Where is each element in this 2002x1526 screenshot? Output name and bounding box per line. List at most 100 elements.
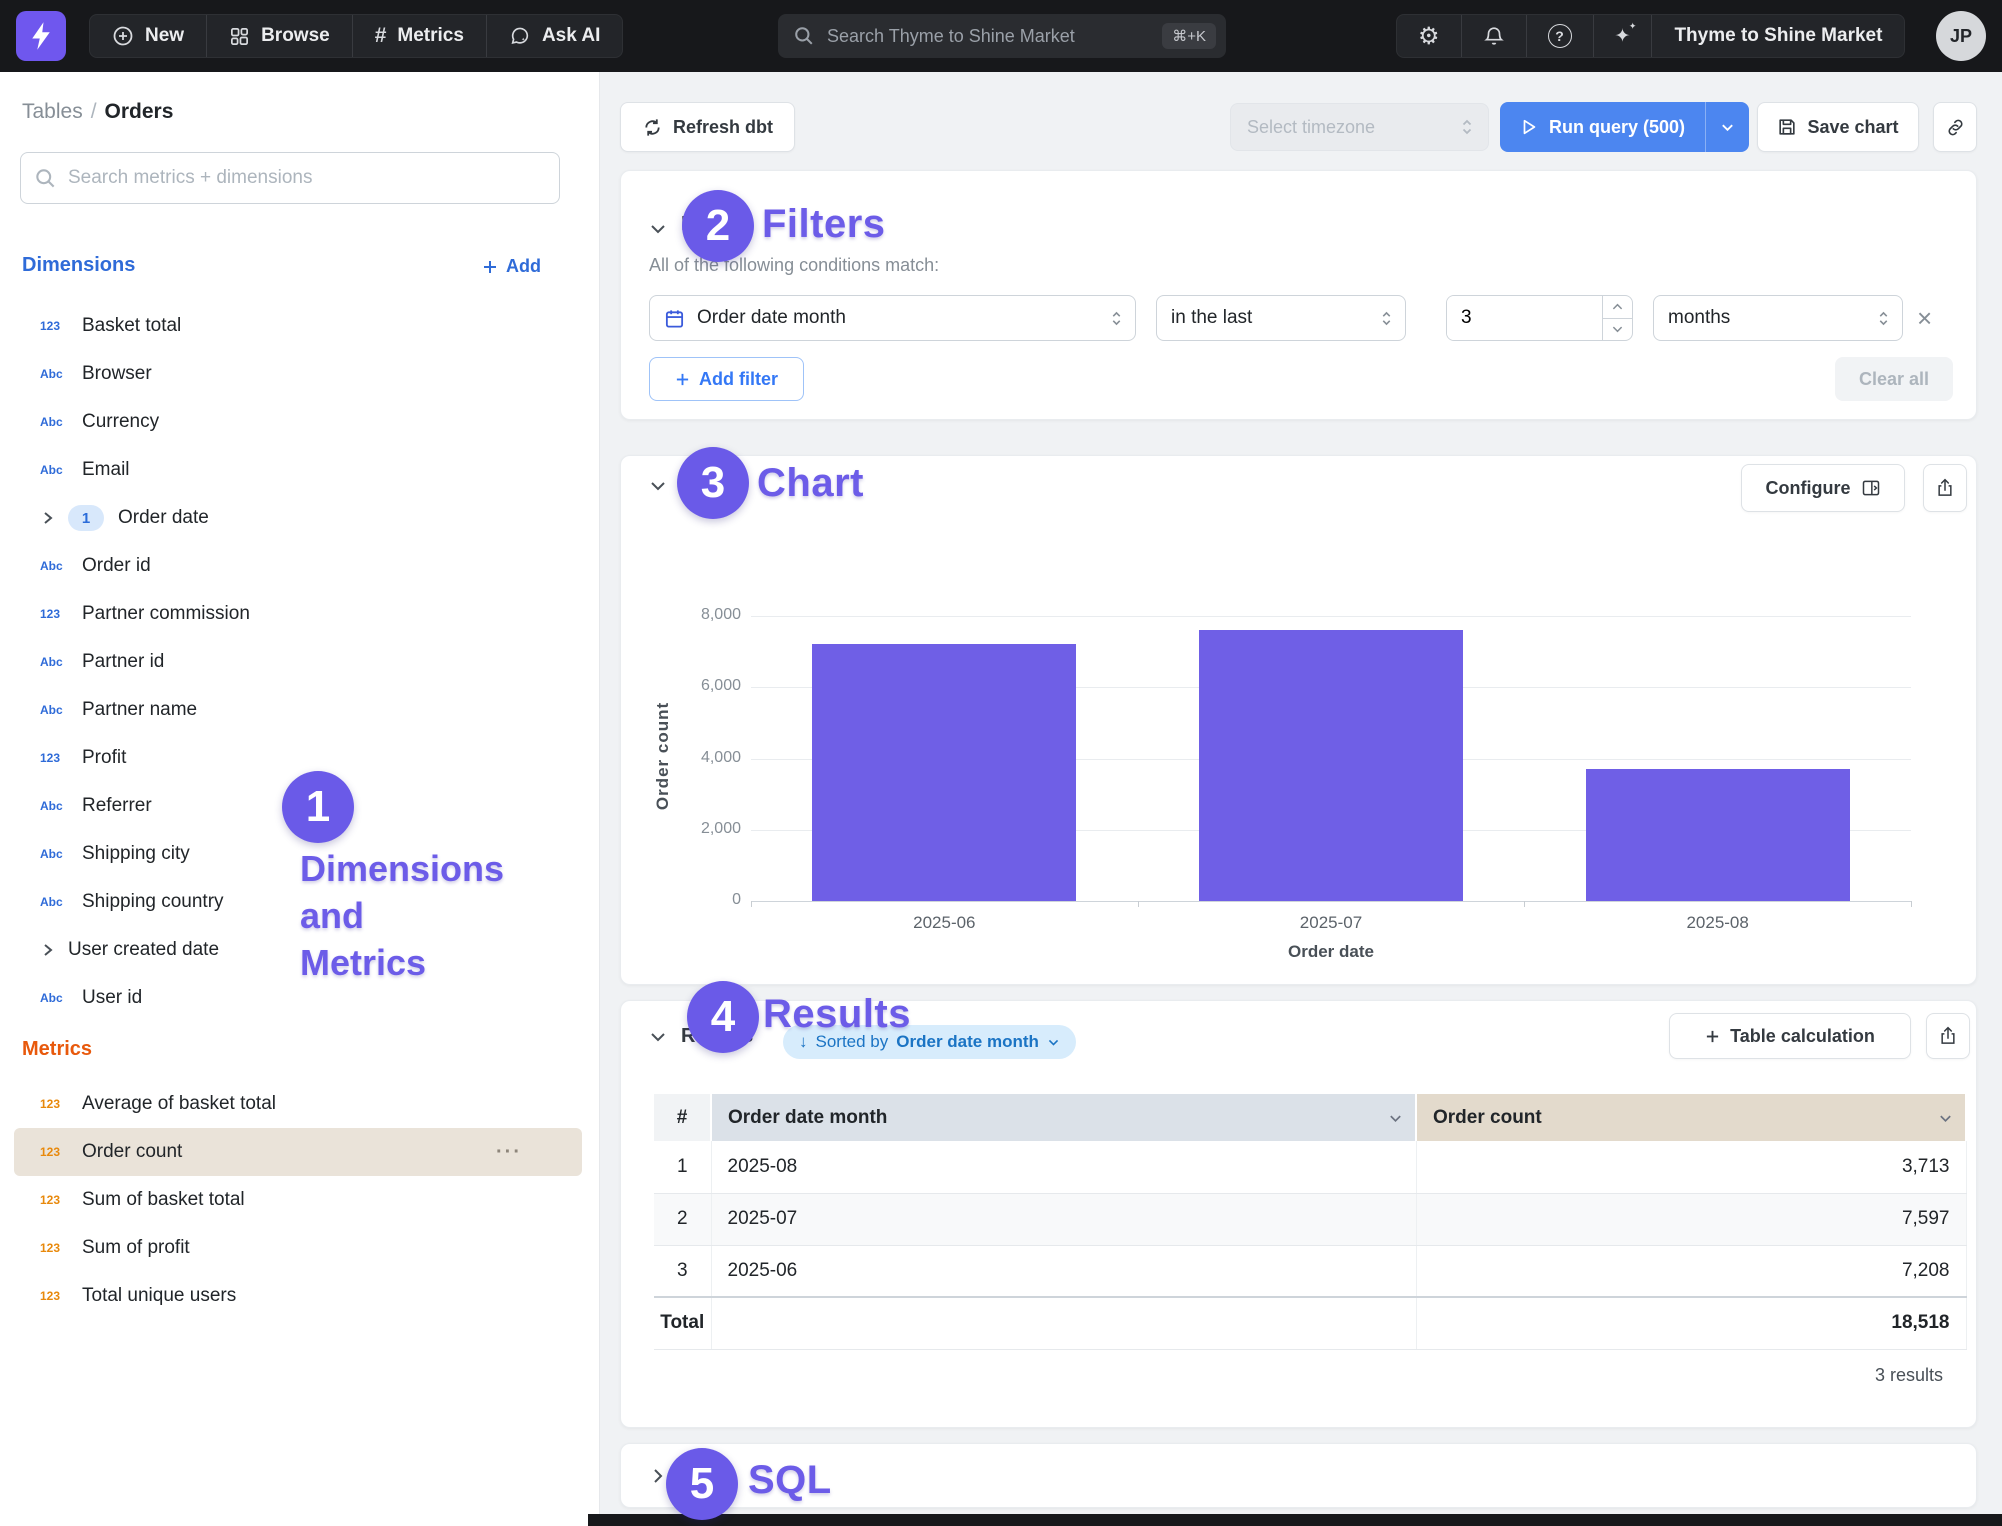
refresh-dbt-button[interactable]: Refresh dbt bbox=[620, 102, 795, 152]
dimension-column-header[interactable]: Order date month bbox=[711, 1094, 1416, 1141]
field-label: Currency bbox=[82, 411, 159, 433]
add-dimension-button[interactable]: Add bbox=[482, 256, 541, 277]
row-number-cell: 3 bbox=[654, 1245, 711, 1297]
user-avatar[interactable]: JP bbox=[1936, 11, 1986, 61]
field-menu-icon[interactable]: ··· bbox=[496, 1141, 522, 1164]
plus-circle-icon bbox=[112, 25, 134, 47]
add-filter-button[interactable]: Add filter bbox=[649, 357, 804, 401]
sidebar-item-currency[interactable]: AbcCurrency bbox=[0, 398, 600, 446]
table-row[interactable]: 22025-077,597 bbox=[654, 1193, 1966, 1245]
global-search[interactable]: ⌘+K bbox=[778, 14, 1226, 58]
remove-filter-button[interactable]: × bbox=[1917, 305, 1932, 331]
metric-column-header[interactable]: Order count bbox=[1416, 1094, 1966, 1141]
annotation-circle-1: 1 bbox=[282, 771, 354, 843]
sidebar-item-sum-of-profit[interactable]: 123Sum of profit bbox=[0, 1224, 600, 1272]
sidebar-item-sum-of-basket-total[interactable]: 123Sum of basket total bbox=[0, 1176, 600, 1224]
dimensions-header: Dimensions bbox=[22, 254, 135, 277]
dimension-cell[interactable]: 2025-06 bbox=[711, 1245, 1416, 1297]
run-query-button[interactable]: Run query (500) bbox=[1500, 102, 1749, 152]
metric-cell[interactable]: 3,713 bbox=[1416, 1141, 1966, 1193]
sidebar-item-order-count[interactable]: 123Order count··· bbox=[14, 1128, 582, 1176]
sidebar-item-order-id[interactable]: AbcOrder id bbox=[0, 542, 600, 590]
filter-value-field[interactable] bbox=[1447, 296, 1602, 340]
bar-2025-08[interactable] bbox=[1586, 769, 1850, 901]
number-field-icon: 123 bbox=[40, 751, 70, 765]
field-label: Profit bbox=[82, 747, 126, 769]
browse-button[interactable]: Browse bbox=[207, 15, 353, 57]
timezone-select[interactable]: Select timezone bbox=[1230, 103, 1489, 151]
export-results-button[interactable] bbox=[1926, 1013, 1970, 1059]
chevron-updown-icon bbox=[1380, 310, 1393, 327]
link-icon bbox=[1945, 117, 1966, 138]
table-calculation-button[interactable]: Table calculation bbox=[1669, 1013, 1911, 1059]
stepper-down-button[interactable] bbox=[1603, 319, 1632, 341]
notifications-button[interactable] bbox=[1462, 15, 1527, 57]
breadcrumb-tables-link[interactable]: Tables bbox=[22, 100, 83, 123]
number-field-icon: 123 bbox=[40, 1241, 70, 1255]
new-button[interactable]: New bbox=[90, 15, 207, 57]
stepper-up-button[interactable] bbox=[1603, 296, 1632, 319]
filter-field-select[interactable]: Order date month bbox=[649, 295, 1136, 341]
dimension-cell[interactable]: 2025-08 bbox=[711, 1141, 1416, 1193]
org-switcher[interactable]: Thyme to Shine Market bbox=[1652, 15, 1904, 57]
sidebar-item-average-of-basket-total[interactable]: 123Average of basket total bbox=[0, 1080, 600, 1128]
fields-search[interactable] bbox=[20, 152, 560, 204]
fields-search-input[interactable] bbox=[68, 167, 545, 189]
clear-all-button[interactable]: Clear all bbox=[1835, 357, 1953, 401]
refresh-icon bbox=[642, 117, 663, 138]
metrics-button[interactable]: # Metrics bbox=[353, 15, 487, 57]
text-field-icon: Abc bbox=[40, 703, 70, 717]
bar-2025-07[interactable] bbox=[1199, 630, 1463, 901]
sidebar-item-partner-name[interactable]: AbcPartner name bbox=[0, 686, 600, 734]
chevron-updown-icon bbox=[1460, 118, 1474, 136]
filter-operator-select[interactable]: in the last bbox=[1156, 295, 1406, 341]
x-tick-label: 2025-07 bbox=[1231, 913, 1431, 933]
global-search-input[interactable] bbox=[827, 26, 1149, 47]
expand-sql-chevron[interactable] bbox=[648, 1466, 668, 1486]
chevron-down-icon[interactable] bbox=[1388, 1110, 1403, 1132]
field-label: Average of basket total bbox=[82, 1093, 276, 1115]
number-field-icon: 123 bbox=[40, 607, 70, 621]
number-stepper bbox=[1602, 296, 1632, 340]
filter-value-input bbox=[1446, 295, 1633, 341]
settings-button[interactable]: ⚙ bbox=[1397, 15, 1462, 57]
sidebar-item-order-date[interactable]: 1Order date bbox=[0, 494, 600, 542]
sidebar-item-total-unique-users[interactable]: 123Total unique users bbox=[0, 1272, 600, 1320]
sidebar-item-email[interactable]: AbcEmail bbox=[0, 446, 600, 494]
help-button[interactable]: ? bbox=[1527, 15, 1594, 57]
save-chart-button[interactable]: Save chart bbox=[1757, 102, 1919, 152]
metric-cell[interactable]: 7,208 bbox=[1416, 1245, 1966, 1297]
table-row[interactable]: 12025-083,713 bbox=[654, 1141, 1966, 1193]
chevron-down-icon[interactable] bbox=[1938, 1110, 1953, 1132]
metric-cell[interactable]: 7,597 bbox=[1416, 1193, 1966, 1245]
share-icon bbox=[1938, 1026, 1958, 1046]
share-link-button[interactable] bbox=[1933, 102, 1977, 152]
number-field-icon: 123 bbox=[40, 319, 70, 333]
sidebar-item-basket-total[interactable]: 123 Basket total bbox=[0, 302, 600, 350]
search-shortcut-badge: ⌘+K bbox=[1162, 23, 1216, 49]
collapse-filters-chevron[interactable] bbox=[648, 219, 668, 239]
ask-ai-button[interactable]: Ask AI bbox=[487, 15, 622, 57]
sidebar-item-partner-id[interactable]: AbcPartner id bbox=[0, 638, 600, 686]
x-axis-tick bbox=[751, 901, 752, 907]
text-field-icon: Abc bbox=[40, 895, 70, 909]
y-tick-label: 6,000 bbox=[651, 677, 741, 695]
text-field-icon: Abc bbox=[40, 463, 70, 477]
ai-sparkles-button[interactable]: ✦✦ bbox=[1594, 15, 1653, 57]
field-label: Partner id bbox=[82, 651, 164, 673]
run-query-dropdown[interactable] bbox=[1705, 102, 1749, 152]
results-table: # Order date month Order count 12025-083… bbox=[654, 1094, 1967, 1350]
dimension-cell[interactable]: 2025-07 bbox=[711, 1193, 1416, 1245]
nav-label-ask-ai: Ask AI bbox=[542, 25, 600, 47]
bar-2025-06[interactable] bbox=[812, 644, 1076, 901]
sidebar-item-browser[interactable]: AbcBrowser bbox=[0, 350, 600, 398]
app-logo[interactable] bbox=[16, 11, 66, 61]
field-label: Browser bbox=[82, 363, 152, 385]
filter-unit-select[interactable]: months bbox=[1653, 295, 1903, 341]
collapse-results-chevron[interactable] bbox=[648, 1027, 668, 1047]
field-label: Basket total bbox=[82, 315, 181, 337]
table-row[interactable]: 32025-067,208 bbox=[654, 1245, 1966, 1297]
sidebar-item-partner-commission[interactable]: 123Partner commission bbox=[0, 590, 600, 638]
number-field-icon: 123 bbox=[40, 1145, 70, 1159]
breadcrumb-current: Orders bbox=[105, 100, 174, 123]
